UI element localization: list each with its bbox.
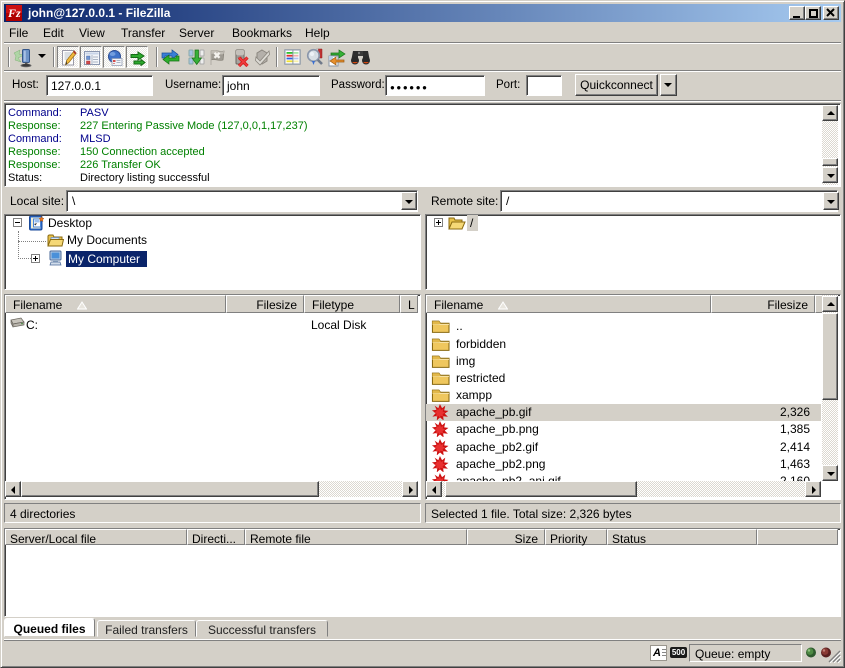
svg-text:Fz: Fz: [7, 6, 21, 20]
